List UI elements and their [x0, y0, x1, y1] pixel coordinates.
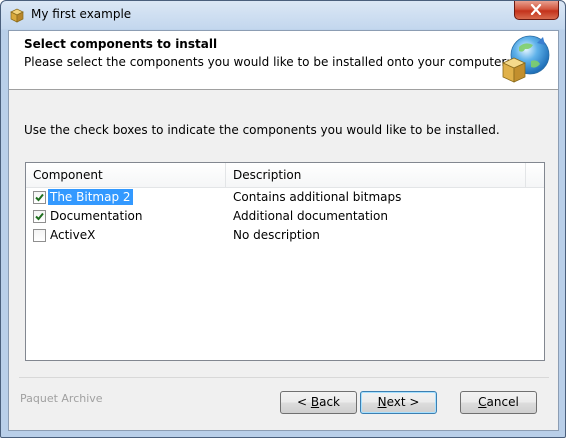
close-icon: [530, 4, 542, 15]
installer-box-icon: [9, 7, 25, 23]
cancel-rest: ancel: [486, 395, 519, 409]
wizard-panel: Select components to install Please sele…: [8, 30, 559, 431]
list-item[interactable]: ActiveX No description: [26, 226, 544, 245]
column-header-component[interactable]: Component: [26, 163, 226, 187]
next-rest: ext >: [386, 395, 420, 409]
list-item[interactable]: The Bitmap 2 Contains additional bitmaps: [26, 188, 544, 207]
list-header: Component Description: [26, 163, 544, 188]
instructions-text: Use the check boxes to indicate the comp…: [24, 123, 500, 137]
component-checkbox[interactable]: [33, 210, 46, 223]
installer-window: My first example Select components to in…: [0, 0, 566, 438]
checkmark-icon: [35, 212, 44, 221]
checkmark-icon: [35, 193, 44, 202]
next-button[interactable]: Next >: [360, 391, 437, 414]
component-description: Additional documentation: [233, 209, 388, 223]
title-bar[interactable]: My first example: [1, 1, 565, 30]
brand-label: Paquet Archive: [20, 392, 103, 405]
list-item[interactable]: Documentation Additional documentation: [26, 207, 544, 226]
back-mnemonic: B: [310, 395, 320, 409]
component-name[interactable]: Documentation: [48, 208, 145, 224]
components-list[interactable]: Component Description The Bitmap 2 Conta…: [25, 162, 545, 361]
component-description: No description: [233, 228, 320, 242]
box-globe-logo-icon: [497, 33, 553, 87]
page-title: Select components to install: [24, 37, 218, 51]
back-prefix: <: [296, 395, 311, 409]
component-description: Contains additional bitmaps: [233, 190, 402, 204]
wizard-header: Select components to install Please sele…: [9, 31, 558, 90]
back-button[interactable]: < Back: [280, 391, 357, 414]
window-title: My first example: [31, 7, 132, 21]
component-name[interactable]: The Bitmap 2: [47, 188, 134, 206]
back-rest: ack: [319, 395, 340, 409]
cancel-button[interactable]: Cancel: [460, 391, 537, 414]
next-mnemonic: N: [377, 395, 387, 409]
column-header-description[interactable]: Description: [226, 163, 526, 187]
component-checkbox[interactable]: [33, 191, 46, 204]
close-button[interactable]: [514, 1, 559, 20]
component-checkbox[interactable]: [33, 229, 46, 242]
footer-divider: [19, 377, 549, 378]
page-subtitle: Please select the components you would l…: [24, 55, 511, 69]
cancel-mnemonic: C: [478, 395, 487, 409]
component-name[interactable]: ActiveX: [48, 227, 97, 243]
